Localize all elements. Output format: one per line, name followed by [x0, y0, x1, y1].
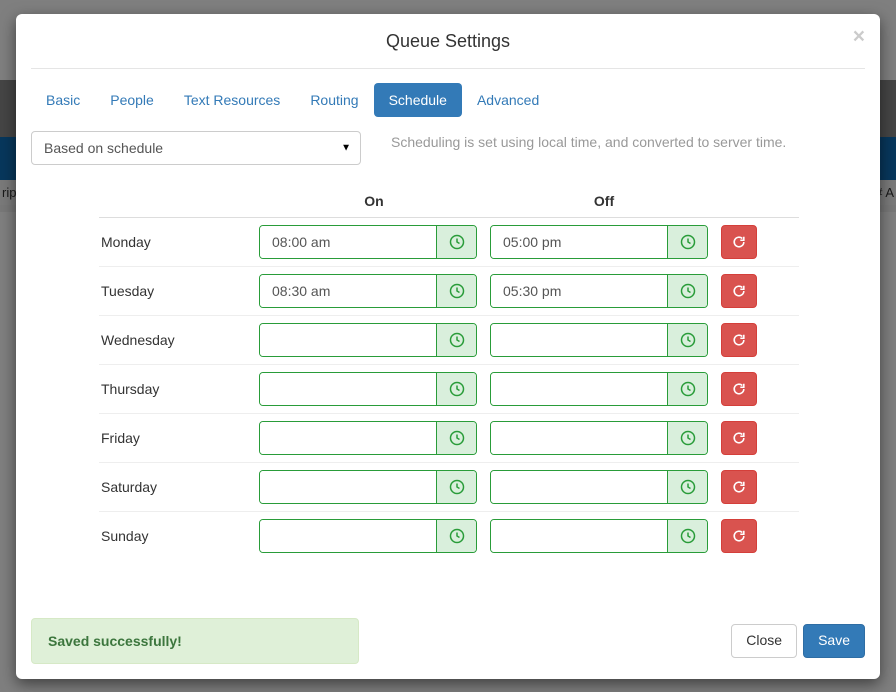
tab-people[interactable]: People	[95, 83, 169, 117]
time-on-group	[259, 225, 477, 259]
close-button[interactable]: Close	[731, 624, 797, 658]
day-label: Saturday	[99, 479, 246, 495]
reset-icon[interactable]	[721, 470, 757, 504]
time-off-input[interactable]	[491, 471, 667, 503]
tab-advanced[interactable]: Advanced	[462, 83, 554, 117]
time-on-group	[259, 274, 477, 308]
time-off-input[interactable]	[491, 422, 667, 454]
day-label: Tuesday	[99, 283, 246, 299]
reset-icon[interactable]	[721, 274, 757, 308]
modal-footer: Saved successfully! Close Save	[16, 603, 880, 679]
success-banner: Saved successfully!	[31, 618, 359, 664]
schedule-help-text: Scheduling is set using local time, and …	[391, 131, 865, 165]
schedule-header-row: On Off	[99, 185, 799, 218]
reset-icon[interactable]	[721, 323, 757, 357]
time-on-group	[259, 372, 477, 406]
day-label: Thursday	[99, 381, 246, 397]
tab-text-resources[interactable]: Text Resources	[169, 83, 295, 117]
reset-icon[interactable]	[721, 372, 757, 406]
schedule-row: Wednesday	[99, 316, 799, 365]
clock-icon[interactable]	[436, 226, 476, 258]
time-on-group	[259, 470, 477, 504]
schedule-mode-wrapper: Based on schedule ▼	[31, 131, 361, 165]
clock-icon[interactable]	[667, 471, 707, 503]
clock-icon[interactable]	[667, 422, 707, 454]
time-off-group	[490, 519, 708, 553]
clock-icon[interactable]	[436, 373, 476, 405]
time-on-group	[259, 421, 477, 455]
time-off-group	[490, 323, 708, 357]
time-off-group	[490, 225, 708, 259]
time-on-input[interactable]	[260, 373, 436, 405]
schedule-row: Saturday	[99, 463, 799, 512]
schedule-row: Sunday	[99, 512, 799, 560]
time-on-input[interactable]	[260, 471, 436, 503]
day-label: Sunday	[99, 528, 246, 544]
col-action-header	[719, 193, 759, 209]
footer-buttons: Close Save	[731, 624, 865, 658]
time-off-input[interactable]	[491, 324, 667, 356]
queue-settings-modal: Queue Settings × BasicPeopleText Resourc…	[16, 14, 880, 679]
reset-icon[interactable]	[721, 519, 757, 553]
schedule-table: On Off Monday Tuesday Wednesday Thursday Fri…	[99, 185, 799, 560]
clock-icon[interactable]	[436, 471, 476, 503]
schedule-row: Thursday	[99, 365, 799, 414]
reset-icon[interactable]	[721, 225, 757, 259]
reset-icon[interactable]	[721, 421, 757, 455]
clock-icon[interactable]	[436, 324, 476, 356]
clock-icon[interactable]	[667, 324, 707, 356]
schedule-row: Tuesday	[99, 267, 799, 316]
clock-icon[interactable]	[667, 520, 707, 552]
time-off-group	[490, 372, 708, 406]
schedule-mode-select[interactable]: Based on schedule	[31, 131, 361, 165]
schedule-row: Monday	[99, 218, 799, 267]
col-day-header	[99, 193, 259, 209]
schedule-controls-row: Based on schedule ▼ Scheduling is set us…	[31, 131, 865, 165]
time-off-input[interactable]	[491, 373, 667, 405]
clock-icon[interactable]	[436, 520, 476, 552]
clock-icon[interactable]	[436, 422, 476, 454]
time-on-input[interactable]	[260, 275, 436, 307]
save-button[interactable]: Save	[803, 624, 865, 658]
day-label: Wednesday	[99, 332, 246, 348]
time-off-group	[490, 470, 708, 504]
modal-body: BasicPeopleText ResourcesRoutingSchedule…	[16, 69, 880, 603]
tab-basic[interactable]: Basic	[31, 83, 95, 117]
col-on-header: On	[259, 193, 489, 209]
day-label: Friday	[99, 430, 246, 446]
time-on-input[interactable]	[260, 324, 436, 356]
schedule-row: Friday	[99, 414, 799, 463]
time-off-input[interactable]	[491, 226, 667, 258]
time-on-input[interactable]	[260, 226, 436, 258]
day-label: Monday	[99, 234, 246, 250]
close-icon[interactable]: ×	[853, 26, 865, 47]
tab-routing[interactable]: Routing	[295, 83, 373, 117]
time-off-input[interactable]	[491, 520, 667, 552]
tab-schedule[interactable]: Schedule	[374, 83, 462, 117]
clock-icon[interactable]	[436, 275, 476, 307]
time-off-input[interactable]	[491, 275, 667, 307]
time-on-input[interactable]	[260, 422, 436, 454]
clock-icon[interactable]	[667, 373, 707, 405]
col-off-header: Off	[489, 193, 719, 209]
clock-icon[interactable]	[667, 275, 707, 307]
time-off-group	[490, 274, 708, 308]
clock-icon[interactable]	[667, 226, 707, 258]
modal-title: Queue Settings	[46, 29, 850, 54]
tab-list: BasicPeopleText ResourcesRoutingSchedule…	[31, 83, 865, 117]
modal-header: Queue Settings ×	[31, 14, 865, 69]
time-on-input[interactable]	[260, 520, 436, 552]
time-off-group	[490, 421, 708, 455]
time-on-group	[259, 519, 477, 553]
time-on-group	[259, 323, 477, 357]
